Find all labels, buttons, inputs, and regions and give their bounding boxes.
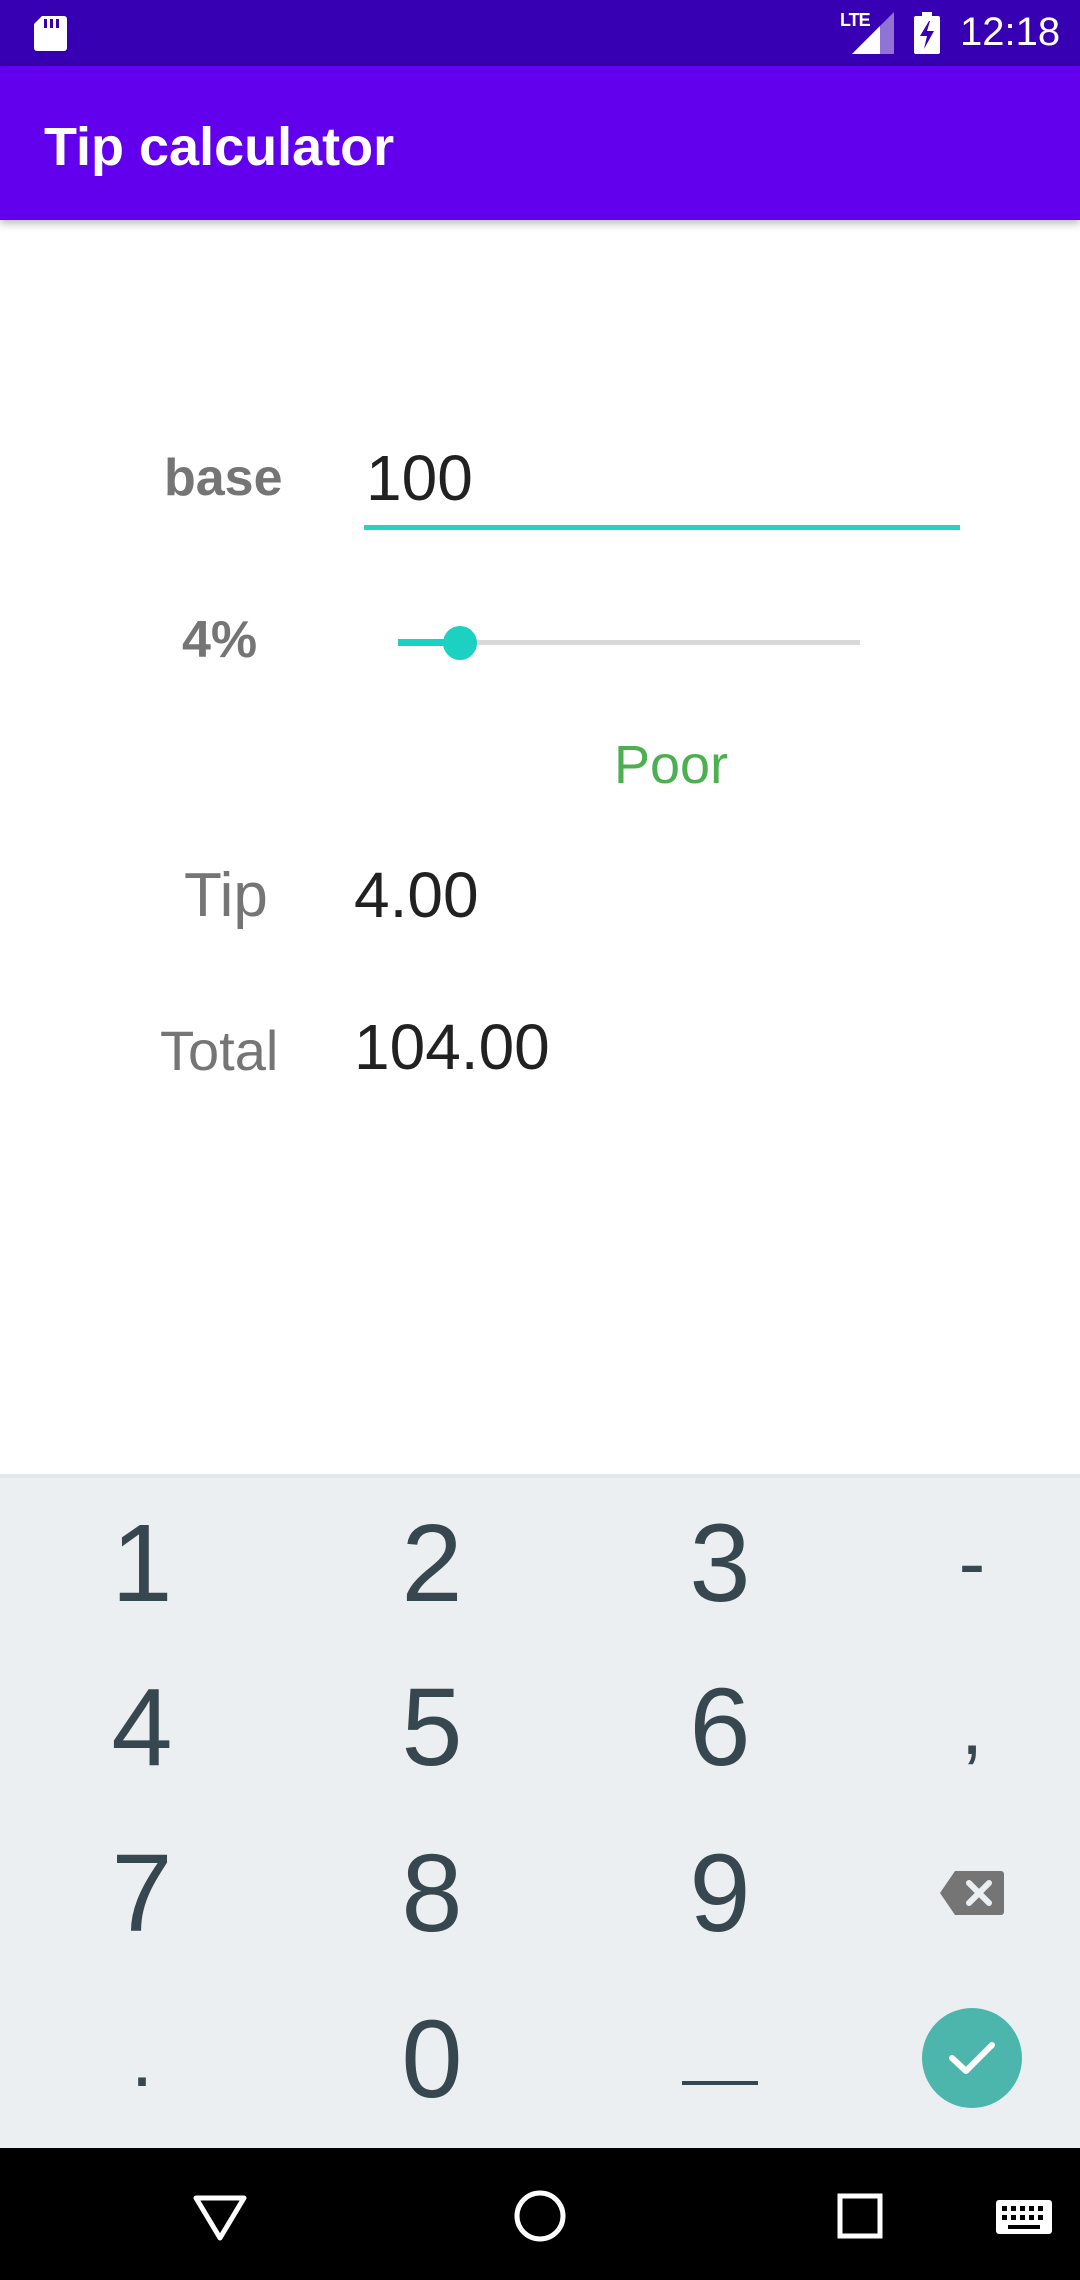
slider-thumb[interactable] [443, 626, 477, 660]
keyboard-icon[interactable] [994, 2186, 1054, 2246]
clock: 12:18 [960, 10, 1061, 54]
page-title: Tip calculator [44, 117, 395, 177]
check-icon [949, 2042, 995, 2074]
key-5[interactable]: 5 [342, 1652, 522, 1802]
key-0[interactable]: 0 [342, 1984, 522, 2134]
tip-percent-slider[interactable] [398, 620, 860, 664]
home-icon[interactable] [510, 2186, 570, 2246]
key-8[interactable]: 8 [342, 1818, 522, 1968]
key-comma[interactable]: , [882, 1652, 1062, 1802]
sd-card-icon [34, 16, 67, 51]
tip-percent-label: 4% [182, 611, 258, 669]
signal-icon [852, 12, 894, 54]
key-9[interactable]: 9 [630, 1818, 810, 1968]
key-space[interactable] [630, 1984, 810, 2134]
tip-amount-value: 4.00 [354, 859, 479, 931]
battery-charging-icon [914, 12, 940, 54]
numeric-keyboard: 1 2 3 - 4 5 6 , 7 8 9 . 0 [0, 1474, 1080, 2148]
key-4[interactable]: 4 [52, 1652, 232, 1802]
key-7[interactable]: 7 [52, 1818, 232, 1968]
status-bar: LTE 12:18 [0, 0, 1080, 66]
total-amount-value: 104.00 [354, 1011, 550, 1083]
app-bar: Tip calculator [0, 66, 1080, 220]
key-6[interactable]: 6 [630, 1652, 810, 1802]
tip-rating-label: Poor [614, 735, 729, 795]
base-label: base [164, 449, 283, 507]
total-label: Total [160, 1019, 279, 1082]
key-period[interactable]: . [52, 1984, 232, 2134]
done-button[interactable] [922, 2008, 1022, 2108]
tip-label: Tip [184, 861, 268, 930]
backspace-icon[interactable] [882, 1818, 1062, 1968]
recents-icon[interactable] [830, 2186, 890, 2246]
key-1[interactable]: 1 [52, 1488, 232, 1638]
key-2[interactable]: 2 [342, 1488, 522, 1638]
navigation-bar [0, 2148, 1080, 2280]
key-minus[interactable]: - [882, 1488, 1062, 1638]
key-3[interactable]: 3 [630, 1488, 810, 1638]
space-icon [682, 2081, 758, 2085]
base-amount-input[interactable] [364, 430, 960, 530]
back-icon[interactable] [190, 2186, 250, 2246]
